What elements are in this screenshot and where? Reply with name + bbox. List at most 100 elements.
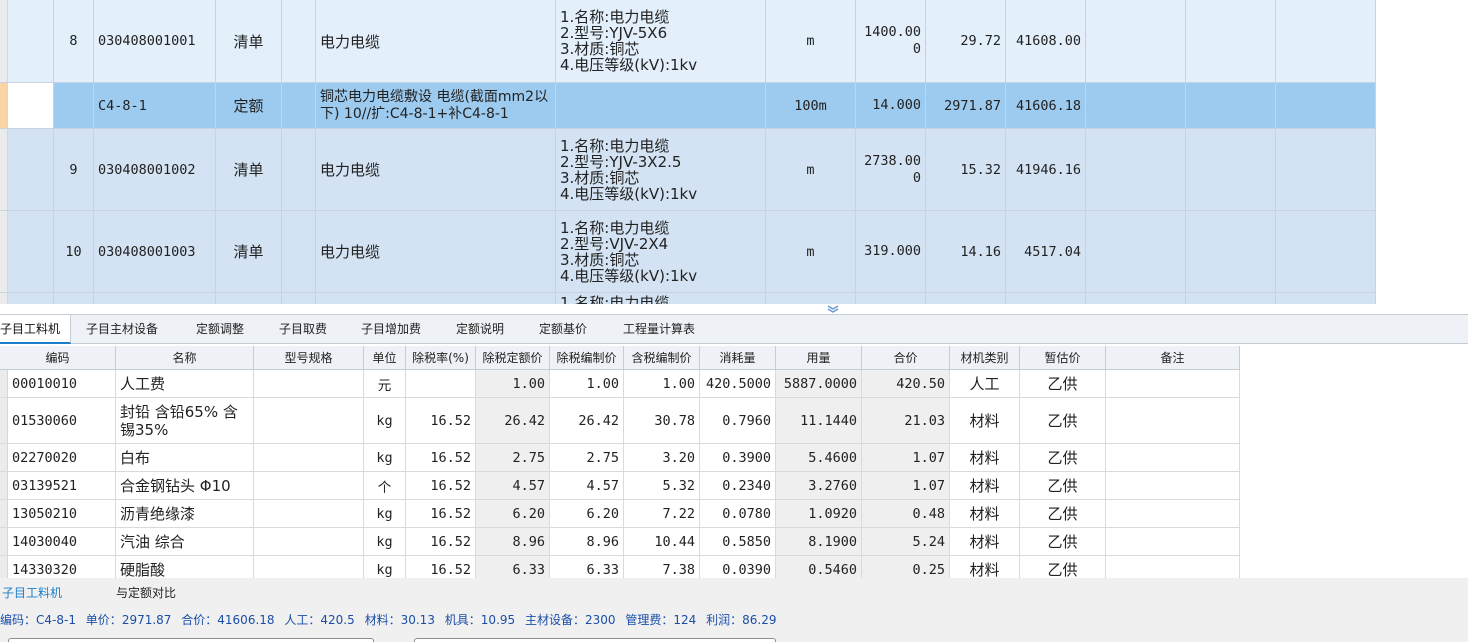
resource-cell-tax-rate[interactable]: 16.52 xyxy=(406,472,476,500)
boq-cell-code[interactable]: 030408001003 xyxy=(94,211,216,293)
boq-cell-x1[interactable] xyxy=(1086,129,1186,211)
resource-cell-tax-price[interactable]: 1.00 xyxy=(624,370,700,398)
resource-cell-quota-price[interactable]: 4.57 xyxy=(476,472,550,500)
bottom-input-frame[interactable] xyxy=(414,638,776,642)
resource-cell-total[interactable]: 0.25 xyxy=(862,556,950,578)
resource-cell-consumption[interactable]: 0.3900 xyxy=(700,444,776,472)
resource-cell-total[interactable]: 21.03 xyxy=(862,398,950,444)
resource-cell-quota-price[interactable]: 6.33 xyxy=(476,556,550,578)
resource-cell-tax-rate[interactable]: 16.52 xyxy=(406,528,476,556)
column-header-tax-rate[interactable]: 除税率(%) xyxy=(406,346,476,370)
resource-cell-category[interactable]: 材料 xyxy=(950,444,1020,472)
tab-labor-material-machine[interactable]: 子目工料机 xyxy=(0,315,71,344)
resource-cell-consumption[interactable]: 420.5000 xyxy=(700,370,776,398)
resource-cell-tax-rate[interactable] xyxy=(406,370,476,398)
boq-cell-spec[interactable]: 1.名称:电力电缆 xyxy=(556,293,766,304)
resource-cell-name[interactable]: 人工费 xyxy=(116,370,254,398)
boq-cell-price[interactable] xyxy=(926,293,1006,304)
boq-cell-x3[interactable] xyxy=(1276,293,1376,304)
boq-row[interactable]: −8030408001001清单电力电缆1.名称:电力电缆2.型号:YJV-5X… xyxy=(0,0,1376,83)
boq-cell-total[interactable] xyxy=(1006,293,1086,304)
boq-cell-code[interactable]: 030408001001 xyxy=(94,0,216,83)
resource-cell-estimate[interactable]: 乙供 xyxy=(1020,398,1106,444)
resource-cell-tax-price[interactable]: 10.44 xyxy=(624,528,700,556)
resource-row[interactable]: 00010010 人工费 元 1.00 1.00 1.00 420.5000 5887.000… xyxy=(0,370,1240,398)
boq-cell-unit[interactable]: 100m xyxy=(766,83,856,129)
resource-row[interactable]: 01530060 封铅 含铅65% 含锡35% kg 16.52 26.42 26.42 3… xyxy=(0,398,1240,444)
resource-cell-usage[interactable]: 0.5460 xyxy=(776,556,862,578)
resource-cell-note[interactable] xyxy=(1106,500,1240,528)
resource-cell-compile-price[interactable]: 6.20 xyxy=(550,500,624,528)
boq-cell-qty[interactable] xyxy=(856,293,926,304)
resource-cell-tax-rate[interactable]: 16.52 xyxy=(406,398,476,444)
boq-cell-x1[interactable] xyxy=(1086,211,1186,293)
boq-cell-unit[interactable] xyxy=(766,293,856,304)
column-header-unit[interactable]: 单位 xyxy=(364,346,406,370)
resource-cell-consumption[interactable]: 0.0780 xyxy=(700,500,776,528)
resource-cell-estimate[interactable]: 乙供 xyxy=(1020,556,1106,578)
boq-cell-type[interactable]: 清单 xyxy=(216,211,282,293)
resource-cell-name[interactable]: 合金钢钻头 Φ10 xyxy=(116,472,254,500)
boq-cell-code[interactable]: 030408001002 xyxy=(94,129,216,211)
resource-row[interactable]: 03139521 合金钢钻头 Φ10 个 16.52 4.57 4.57 5.32 0.234… xyxy=(0,472,1240,500)
bottom-input-frame[interactable] xyxy=(8,638,374,642)
column-header-name[interactable]: 名称 xyxy=(116,346,254,370)
resource-cell-code[interactable]: 14030040 xyxy=(0,528,116,556)
resource-cell-compile-price[interactable]: 26.42 xyxy=(550,398,624,444)
resource-cell-tax-price[interactable]: 7.22 xyxy=(624,500,700,528)
resource-cell-code[interactable]: 00010010 xyxy=(0,370,116,398)
column-header-usage[interactable]: 用量 xyxy=(776,346,862,370)
resource-cell-note[interactable] xyxy=(1106,528,1240,556)
boq-cell-x3[interactable] xyxy=(1276,83,1376,129)
resource-cell-compile-price[interactable]: 4.57 xyxy=(550,472,624,500)
boq-cell-x2[interactable] xyxy=(1186,83,1276,129)
resource-cell-category[interactable]: 材料 xyxy=(950,398,1020,444)
boq-cell-x1[interactable] xyxy=(1086,0,1186,83)
resource-cell-unit[interactable]: kg xyxy=(364,556,406,578)
boq-cell-qty[interactable]: 319.000 xyxy=(856,211,926,293)
boq-cell-total[interactable]: 41606.18 xyxy=(1006,83,1086,129)
resource-cell-total[interactable]: 420.50 xyxy=(862,370,950,398)
tab-quota-adjust[interactable]: 定额调整 xyxy=(184,315,256,344)
boq-cell-code[interactable] xyxy=(94,293,216,304)
boq-cell-price[interactable]: 29.72 xyxy=(926,0,1006,83)
boq-cell-unit[interactable]: m xyxy=(766,211,856,293)
boq-cell-x2[interactable] xyxy=(1186,211,1276,293)
boq-cell-unit[interactable]: m xyxy=(766,0,856,83)
resource-cell-usage[interactable]: 11.1440 xyxy=(776,398,862,444)
boq-cell-x3[interactable] xyxy=(1276,129,1376,211)
resource-cell-note[interactable] xyxy=(1106,444,1240,472)
resource-cell-total[interactable]: 0.48 xyxy=(862,500,950,528)
resource-cell-estimate[interactable]: 乙供 xyxy=(1020,528,1106,556)
boq-cell-spec[interactable]: 1.名称:电力电缆 2.型号:YJV-3X2.5 3.材质:铜芯 4.电压等级(kV)… xyxy=(556,129,766,211)
resource-cell-model[interactable] xyxy=(254,472,364,500)
resource-cell-name[interactable]: 汽油 综合 xyxy=(116,528,254,556)
boq-cell-blank[interactable] xyxy=(282,83,316,129)
resource-cell-name[interactable]: 白布 xyxy=(116,444,254,472)
resource-cell-model[interactable] xyxy=(254,398,364,444)
boq-cell-qty[interactable]: 1400.00 0 xyxy=(856,0,926,83)
column-header-code[interactable]: 编码 xyxy=(0,346,116,370)
resource-cell-compile-price[interactable]: 2.75 xyxy=(550,444,624,472)
boq-row[interactable]: +9030408001002清单电力电缆1.名称:电力电缆2.型号:YJV-3X… xyxy=(0,129,1376,211)
resource-row[interactable]: 14330320 硬脂酸 kg 16.52 6.33 6.33 7.38 0.0390 0.54… xyxy=(0,556,1240,578)
boq-cell-price[interactable]: 2971.87 xyxy=(926,83,1006,129)
boq-cell-x2[interactable] xyxy=(1186,129,1276,211)
boq-row[interactable]: +10030408001003清单电力电缆1.名称:电力电缆2.型号:VJV-2… xyxy=(0,211,1376,293)
resource-cell-quota-price[interactable]: 2.75 xyxy=(476,444,550,472)
resource-cell-tax-rate[interactable]: 16.52 xyxy=(406,500,476,528)
column-header-model[interactable]: 型号规格 xyxy=(254,346,364,370)
resource-cell-compile-price[interactable]: 6.33 xyxy=(550,556,624,578)
tab-main-material-equipment[interactable]: 子目主材设备 xyxy=(80,315,164,344)
resource-cell-consumption[interactable]: 0.5850 xyxy=(700,528,776,556)
bottom-tab-labor-material[interactable]: 子目工料机 xyxy=(2,582,82,604)
boq-cell-spec[interactable]: 1.名称:电力电缆 2.型号:YJV-5X6 3.材质:铜芯 4.电压等级(kV):1… xyxy=(556,0,766,83)
resource-cell-name[interactable]: 封铅 含铅65% 含锡35% xyxy=(116,398,254,444)
boq-cell-blank[interactable] xyxy=(282,293,316,304)
resource-cell-estimate[interactable]: 乙供 xyxy=(1020,472,1106,500)
boq-cell-name[interactable]: 电力电缆 xyxy=(316,129,556,211)
boq-cell-seq[interactable]: 8 xyxy=(54,0,94,83)
column-header-category[interactable]: 材机类别 xyxy=(950,346,1020,370)
resource-cell-note[interactable] xyxy=(1106,370,1240,398)
resource-cell-compile-price[interactable]: 8.96 xyxy=(550,528,624,556)
